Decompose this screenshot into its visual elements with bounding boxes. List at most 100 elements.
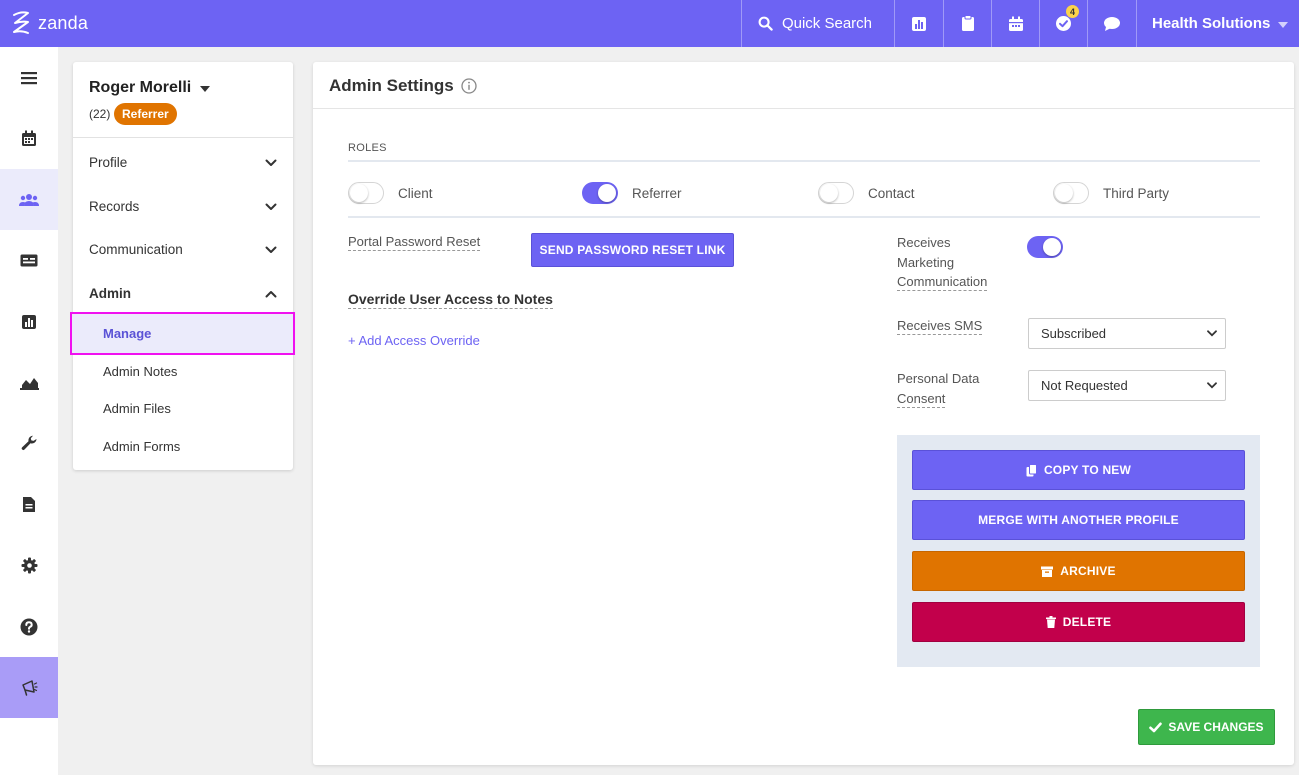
nav-settings[interactable] xyxy=(0,535,58,596)
megaphone-icon xyxy=(22,679,38,696)
info-icon[interactable] xyxy=(461,78,477,94)
messages-button[interactable] xyxy=(1088,0,1135,47)
left-nav xyxy=(0,47,58,775)
role-contact-label: Contact xyxy=(868,185,915,201)
receives-sms-select[interactable]: Subscribed xyxy=(1028,318,1226,349)
page-title-text: Admin Settings xyxy=(329,76,454,95)
notification-badge: 4 xyxy=(1066,5,1079,18)
admin-settings-panel: Admin Settings ROLES Client Referrer Con… xyxy=(313,62,1294,765)
archive-icon xyxy=(1041,566,1054,577)
trash-icon xyxy=(1045,616,1056,628)
menu-admin-forms[interactable]: Admin Forms xyxy=(73,428,293,465)
role-referrer: Referrer xyxy=(582,182,682,204)
profile-name: Roger Morelli xyxy=(89,79,192,96)
quick-search-label: Quick Search xyxy=(781,15,873,32)
search-icon xyxy=(758,16,773,31)
copy-to-new-button[interactable]: COPY TO NEW xyxy=(912,450,1245,490)
calendar-button[interactable] xyxy=(992,0,1039,47)
nav-documents[interactable] xyxy=(0,474,58,535)
marketing-communication-label: Receives Marketing Communication xyxy=(897,235,988,291)
chevron-down-icon xyxy=(1278,21,1289,28)
menu-records-label: Records xyxy=(89,199,140,214)
nav-clients[interactable] xyxy=(0,169,58,230)
role-third-party-toggle[interactable] xyxy=(1053,182,1089,204)
bar-chart-icon xyxy=(22,314,36,329)
chat-icon xyxy=(1103,16,1120,31)
document-icon xyxy=(23,497,35,512)
nav-tools[interactable] xyxy=(0,413,58,474)
role-client-label: Client xyxy=(398,185,433,201)
roles-heading: ROLES xyxy=(348,142,387,154)
users-icon xyxy=(19,193,39,206)
role-contact-toggle[interactable] xyxy=(818,182,854,204)
delete-button[interactable]: DELETE xyxy=(912,602,1245,642)
role-third-party-label: Third Party xyxy=(1103,185,1170,201)
help-icon xyxy=(20,618,38,635)
wrench-icon xyxy=(21,435,36,450)
profile-name-dropdown[interactable]: Roger Morelli xyxy=(89,79,211,97)
menu-toggle[interactable] xyxy=(0,47,58,108)
calendar-icon xyxy=(22,130,36,146)
archive-button[interactable]: ARCHIVE xyxy=(912,551,1245,591)
send-reset-link-button[interactable]: SEND PASSWORD RESET LINK xyxy=(531,233,734,267)
chevron-down-icon xyxy=(1207,382,1217,389)
menu-profile-label: Profile xyxy=(89,155,128,170)
zanda-logo[interactable]: zanda xyxy=(10,9,88,37)
menu-communication[interactable]: Communication xyxy=(73,228,293,271)
nav-calendar[interactable] xyxy=(0,108,58,169)
menu-records[interactable]: Records xyxy=(73,185,293,228)
role-referrer-toggle[interactable] xyxy=(582,182,618,204)
personal-data-consent-label: Personal Data Consent xyxy=(897,371,980,408)
menu-communication-label: Communication xyxy=(89,242,183,257)
menu-profile[interactable]: Profile xyxy=(73,141,293,184)
receives-sms-label: Receives SMS xyxy=(897,318,983,335)
top-bar: zanda Quick Search 4 Health Solutions xyxy=(0,0,1299,47)
calendar-icon xyxy=(1008,16,1023,31)
nav-announcements[interactable] xyxy=(0,657,58,718)
menu-manage[interactable]: Manage xyxy=(70,312,295,355)
add-access-override-link[interactable]: + Add Access Override xyxy=(348,333,480,348)
menu-admin[interactable]: Admin xyxy=(73,272,293,315)
gear-icon xyxy=(21,557,37,574)
bar-chart-icon xyxy=(911,16,926,31)
chevron-down-icon xyxy=(265,246,277,253)
checkmark-icon xyxy=(1149,722,1163,732)
org-switcher[interactable]: Health Solutions xyxy=(1137,0,1299,47)
zanda-logo-icon xyxy=(13,11,29,34)
page-title: Admin Settings xyxy=(329,76,477,96)
menu-admin-files[interactable]: Admin Files xyxy=(73,390,293,427)
receives-sms-value: Subscribed xyxy=(1041,326,1107,341)
profile-actions-panel: COPY TO NEW MERGE WITH ANOTHER PROFILE A… xyxy=(897,435,1260,667)
role-client-toggle[interactable] xyxy=(348,182,384,204)
copy-icon xyxy=(1026,463,1037,476)
area-chart-icon xyxy=(19,377,39,390)
reports-button[interactable] xyxy=(895,0,942,47)
role-contact: Contact xyxy=(818,182,915,204)
marketing-communication-toggle[interactable] xyxy=(1027,236,1063,258)
role-third-party: Third Party xyxy=(1053,182,1169,204)
personal-data-consent-select[interactable]: Not Requested xyxy=(1028,370,1226,401)
clipboard-icon xyxy=(961,15,974,31)
save-changes-button[interactable]: SAVE CHANGES xyxy=(1138,709,1275,745)
merge-profile-button[interactable]: MERGE WITH ANOTHER PROFILE xyxy=(912,500,1245,540)
nav-analytics[interactable] xyxy=(0,352,58,413)
chevron-down-icon xyxy=(1207,330,1217,337)
id-card-icon xyxy=(20,254,38,267)
nav-help[interactable] xyxy=(0,596,58,657)
chevron-up-icon xyxy=(265,290,277,297)
chevron-down-icon xyxy=(265,159,277,166)
menu-admin-label: Admin xyxy=(89,286,131,301)
nav-reports[interactable] xyxy=(0,291,58,352)
quick-search-button[interactable]: Quick Search xyxy=(742,0,888,47)
override-access-heading: Override User Access to Notes xyxy=(348,291,553,309)
role-referrer-label: Referrer xyxy=(632,185,682,201)
hamburger-icon xyxy=(21,71,37,84)
menu-admin-notes[interactable]: Admin Notes xyxy=(73,353,293,390)
clipboard-button[interactable] xyxy=(944,0,991,47)
nav-invoices[interactable] xyxy=(0,230,58,291)
profile-count: (22) xyxy=(89,107,111,121)
tasks-button[interactable]: 4 xyxy=(1040,0,1087,47)
org-name: Health Solutions xyxy=(1152,15,1271,32)
role-client: Client xyxy=(348,182,433,204)
profile-panel: Roger Morelli (22) Referrer Profile Reco… xyxy=(73,62,293,470)
